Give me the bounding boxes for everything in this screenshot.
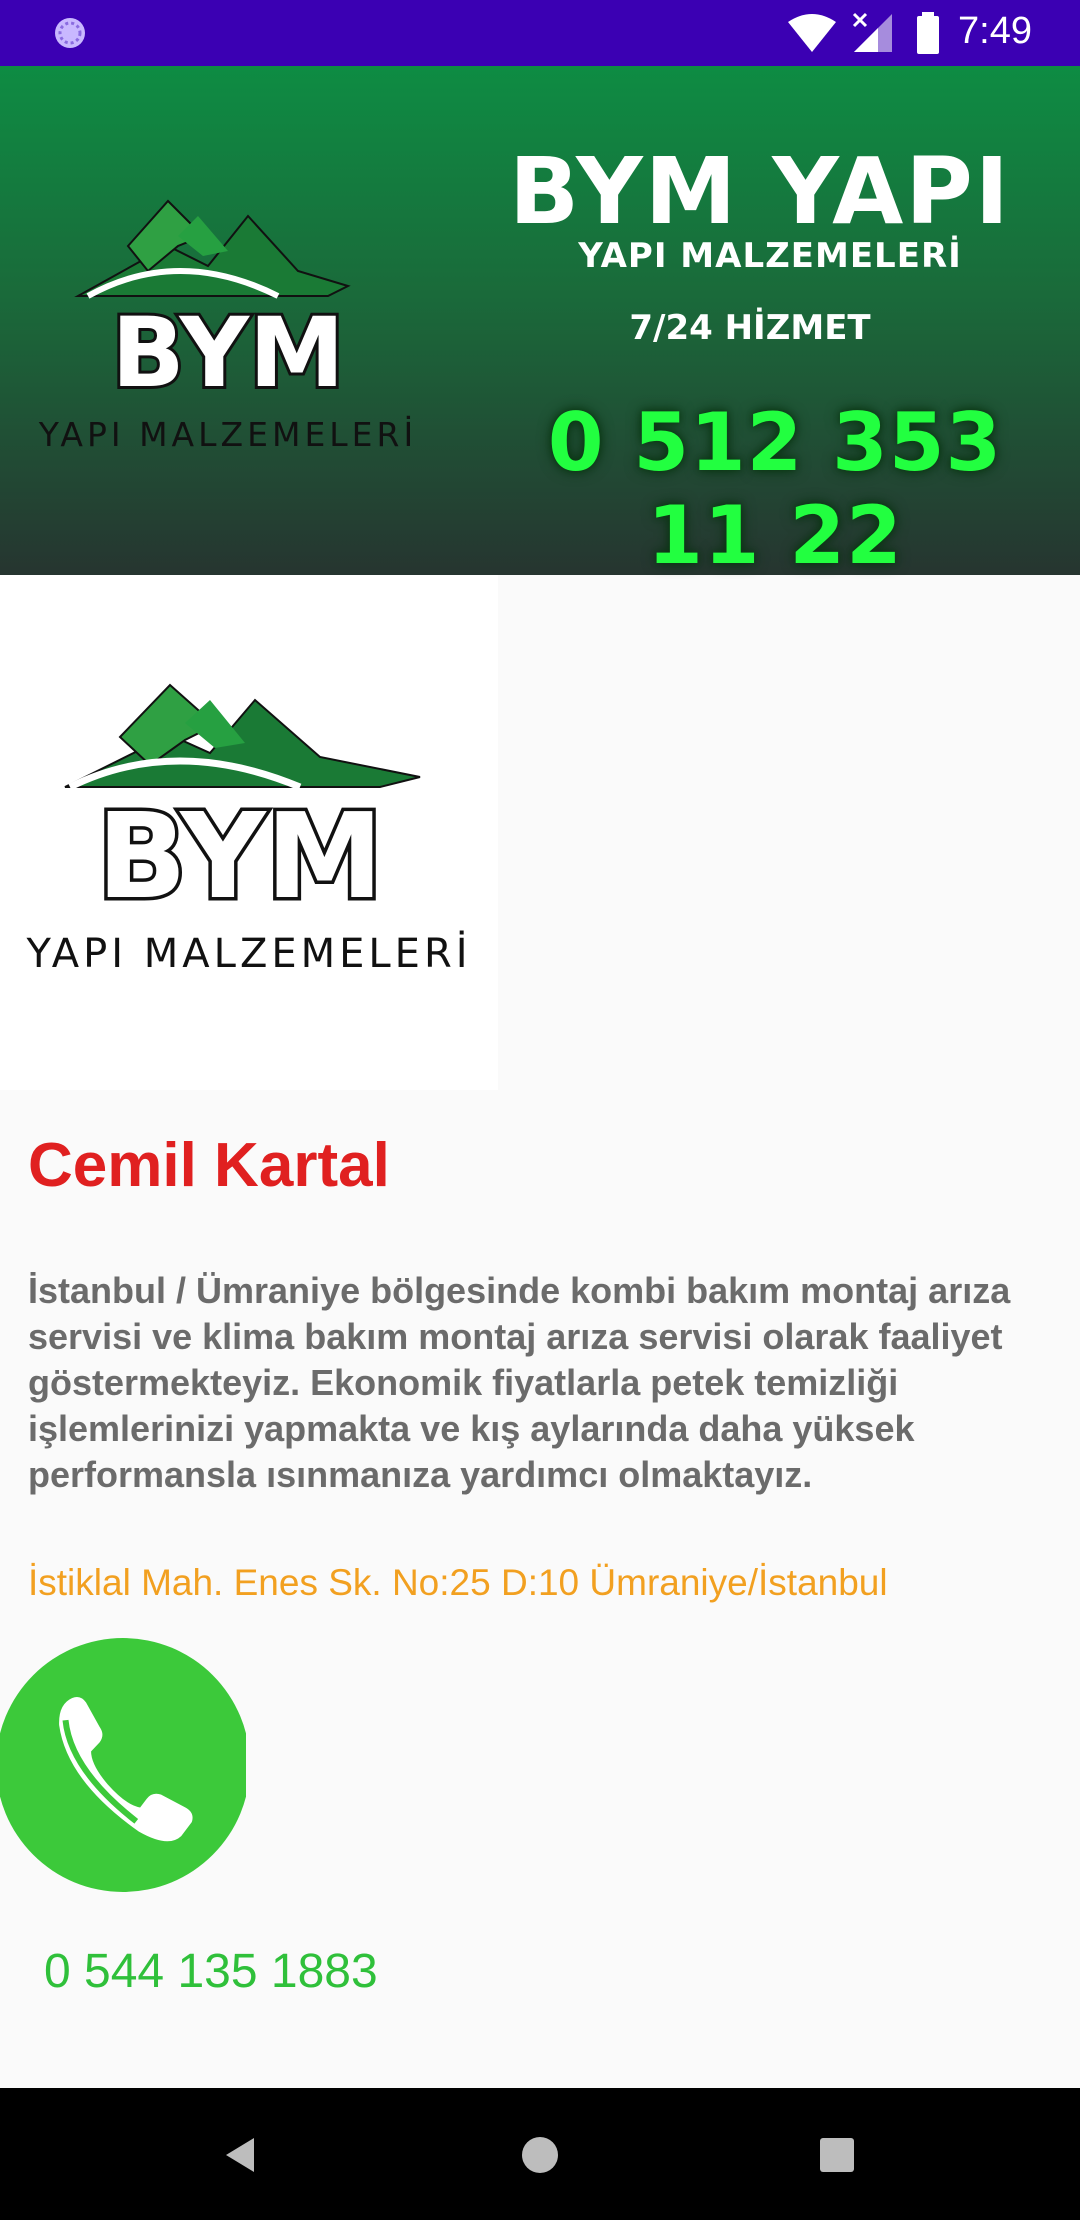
brand-subtitle: YAPI MALZEMELERİ bbox=[578, 236, 962, 276]
recents-icon[interactable] bbox=[810, 2130, 866, 2180]
logo-card-main-text: BYM bbox=[97, 787, 383, 925]
bym-logo-large: BYM YAPI MALZEMELERİ bbox=[25, 683, 471, 977]
brand-service: 7/24 HİZMET bbox=[629, 308, 871, 348]
app-screen: 7:49 BYM YAPI MALZEMELERİ BYM YAPI YAPI … bbox=[0, 0, 1080, 2220]
status-clock: 7:49 bbox=[958, 10, 1032, 52]
service-description: İstanbul / Ümraniye bölgesinde kombi bak… bbox=[28, 1270, 1011, 1495]
banner-phone[interactable]: 0 512 353 11 22 bbox=[480, 396, 1070, 582]
logo-card-sub-text: YAPI MALZEMELERİ bbox=[25, 929, 471, 977]
logo-image: BYM YAPI MALZEMELERİ bbox=[0, 575, 498, 1090]
brand-title: BYM YAPI bbox=[509, 138, 1011, 245]
back-icon[interactable] bbox=[214, 2130, 270, 2180]
notification-dot-icon bbox=[55, 18, 85, 48]
bym-logo: BYM YAPI MALZEMELERİ bbox=[38, 199, 417, 454]
logo-sub-text: YAPI MALZEMELERİ bbox=[38, 415, 417, 454]
header-banner: BYM YAPI MALZEMELERİ BYM YAPI YAPI MALZE… bbox=[0, 66, 1080, 582]
system-nav-bar bbox=[0, 2088, 1080, 2220]
signal-icon bbox=[852, 12, 892, 52]
wifi-icon bbox=[788, 14, 836, 52]
logo-main-text: BYM bbox=[112, 297, 345, 409]
address-text: İstiklal Mah. Enes Sk. No:25 D:10 Ümrani… bbox=[28, 1562, 888, 1603]
battery-icon bbox=[917, 12, 939, 54]
contact-name: Cemil Kartal bbox=[28, 1131, 390, 1200]
call-phone-number[interactable]: 0 544 135 1883 bbox=[44, 1944, 378, 1999]
status-bar: 7:49 bbox=[0, 0, 1080, 66]
call-button[interactable] bbox=[0, 1638, 246, 1892]
home-icon[interactable] bbox=[512, 2130, 568, 2180]
